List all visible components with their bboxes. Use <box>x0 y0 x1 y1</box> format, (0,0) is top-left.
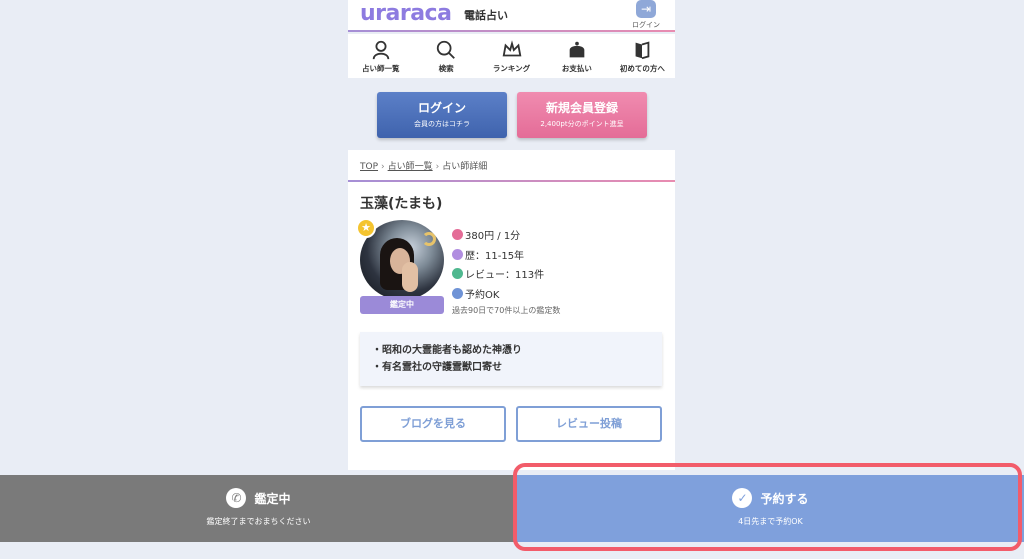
catchphrase-box: ・昭和の大霊能者も認めた神憑り ・有名霊社の守護霊獣口寄せ <box>360 332 662 386</box>
nav-label: 初めての方へ <box>619 64 665 73</box>
in-session-label: 鑑定中 <box>254 491 291 506</box>
chevron-right-icon: › <box>435 162 440 172</box>
search-icon <box>413 39 478 63</box>
review-post-button[interactable]: レビュー投稿 <box>516 406 662 442</box>
catchphrase-line: ・昭和の大霊能者も認めた神憑り <box>372 345 522 356</box>
fortune-teller-icon <box>348 39 413 63</box>
reservation-row: 予約OK <box>452 284 560 304</box>
breadcrumb-list[interactable]: 占い師一覧 <box>388 162 433 172</box>
profile-card: TOP › 占い師一覧 › 占い師詳細 玉藻(たまも) ★ 鑑定中 380円 / 1分 … <box>348 150 675 470</box>
header-login-label: ログイン <box>632 21 660 29</box>
login-icon: ⇥ <box>636 0 656 18</box>
login-button[interactable]: ログイン 会員の方はコチラ <box>377 92 507 138</box>
price-row: 380円 / 1分 <box>452 225 560 245</box>
nav-label: お支払い <box>561 64 592 73</box>
breadcrumb-current: 占い師詳細 <box>442 162 488 172</box>
fortune-teller-name: 玉藻(たまも) <box>360 196 443 212</box>
header-login-button[interactable]: ⇥ ログイン <box>631 0 661 30</box>
mobile-page: uraraca 電話占い ⇥ ログイン 占い師一覧 検索 ランキング お支払い … <box>348 0 675 475</box>
moon-decoration <box>422 232 436 246</box>
nav-item-payment[interactable]: お支払い <box>544 34 609 78</box>
highlight-frame <box>513 463 1022 551</box>
phone-icon <box>452 229 463 241</box>
status-badge: 鑑定中 <box>360 296 444 314</box>
register-button[interactable]: 新規会員登録 2,400pt分のポイント進呈 <box>517 92 647 138</box>
blog-button[interactable]: ブログを見る <box>360 406 506 442</box>
login-button-label: ログイン <box>417 101 466 115</box>
breadcrumb: TOP › 占い師一覧 › 占い師詳細 <box>348 150 675 182</box>
nav-label: 占い師一覧 <box>361 64 400 73</box>
chevron-right-icon: › <box>381 162 385 172</box>
book-icon <box>610 39 675 63</box>
nav-item-search[interactable]: 検索 <box>413 34 478 78</box>
price-text: 380円 / 1分 <box>465 231 521 243</box>
reviews-text: レビュー：113件 <box>465 270 545 282</box>
experience-text: 歴：11-15年 <box>465 250 525 262</box>
in-session-sub: 鑑定終了までおまちください <box>206 517 311 526</box>
reviews-row: レビュー：113件 <box>452 264 560 284</box>
rank-badge-icon: ★ <box>356 218 376 238</box>
avatar-wrap: ★ 鑑定中 <box>356 218 444 316</box>
register-button-sub: 2,400pt分のポイント進呈 <box>540 120 624 128</box>
consultation-note: 過去90日で70件以上の鑑定数 <box>452 306 561 315</box>
logo[interactable]: uraraca <box>360 1 452 26</box>
experience-icon <box>452 248 463 260</box>
profile-actions: ブログを見る レビュー投稿 <box>360 406 662 442</box>
experience-row: 歴：11-15年 <box>452 245 560 265</box>
in-session-bar: ✆ 鑑定中 鑑定終了までおまちください <box>0 475 517 542</box>
nav-item-beginners[interactable]: 初めての方へ <box>610 34 675 78</box>
main-nav: 占い師一覧 検索 ランキング お支払い 初めての方へ <box>348 34 675 78</box>
nav-item-ranking[interactable]: ランキング <box>479 34 544 78</box>
header: uraraca 電話占い ⇥ ログイン <box>348 0 675 32</box>
calendar-icon <box>452 287 463 299</box>
nav-label: ランキング <box>492 64 531 73</box>
nav-label: 検索 <box>438 64 454 73</box>
review-icon <box>452 268 463 280</box>
wallet-icon <box>544 39 609 63</box>
login-button-sub: 会員の方はコチラ <box>414 120 470 128</box>
reservation-text: 予約OK <box>465 289 500 301</box>
avatar-hand <box>402 262 418 292</box>
nav-item-fortune-tellers[interactable]: 占い師一覧 <box>348 34 413 78</box>
crown-icon <box>479 39 544 63</box>
breadcrumb-top[interactable]: TOP <box>360 162 378 172</box>
register-button-label: 新規会員登録 <box>545 101 618 115</box>
logo-subtitle: 電話占い <box>464 9 508 22</box>
auth-buttons: ログイン 会員の方はコチラ 新規会員登録 2,400pt分のポイント進呈 <box>377 92 647 138</box>
profile-info: 380円 / 1分 歴：11-15年 レビュー：113件 予約OK 過去90日で… <box>452 225 560 316</box>
phone-icon: ✆ <box>226 488 247 508</box>
catchphrase-line: ・有名霊社の守護霊獣口寄せ <box>372 362 502 373</box>
in-session-main: ✆ 鑑定中 <box>0 488 517 508</box>
